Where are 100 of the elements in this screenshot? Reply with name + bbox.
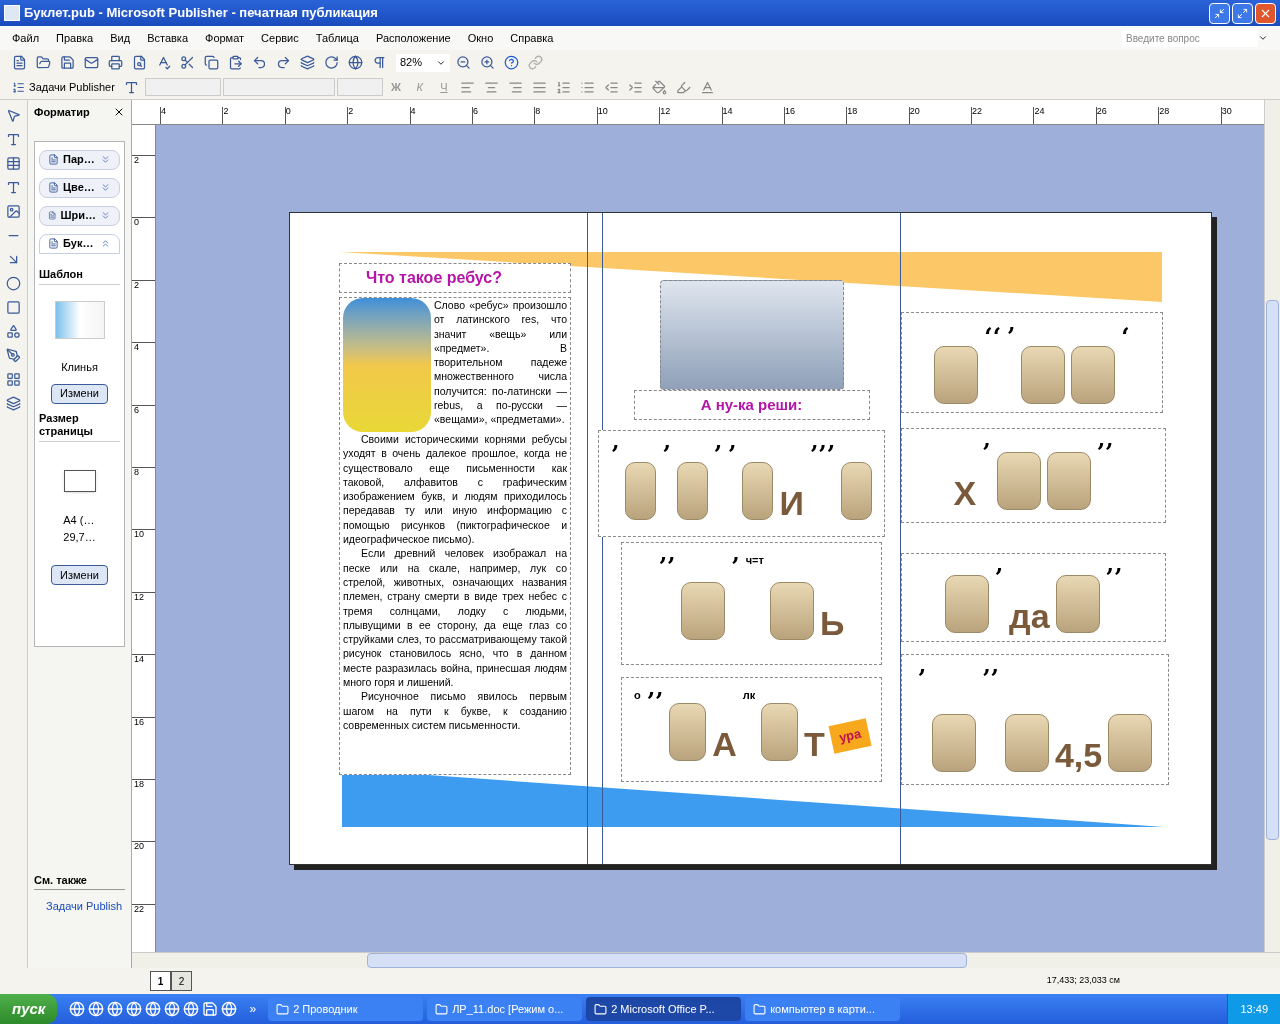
- scrollbar-thumb[interactable]: [367, 953, 967, 968]
- clipart-picture: [1071, 346, 1116, 404]
- ruler-number: 0: [284, 107, 348, 124]
- comma-mark: ’’: [982, 667, 999, 691]
- section-icon: [48, 182, 59, 193]
- restore-icon: [1237, 7, 1248, 19]
- section-header[interactable]: Бук…: [39, 233, 120, 254]
- comma-mark: ’’: [658, 555, 676, 579]
- restore-button[interactable]: [1232, 2, 1253, 24]
- article-heading: Что такое ребус?: [366, 268, 503, 288]
- rebus-letter: 4,5: [1054, 738, 1103, 772]
- menu-item[interactable]: Вставка: [147, 29, 188, 47]
- ruler-number: 4: [132, 342, 155, 405]
- clipart-picture: [1021, 346, 1066, 404]
- comma-mark: ‘: [1121, 325, 1130, 349]
- section-icon: [48, 154, 59, 165]
- clipart-picture: [742, 462, 774, 520]
- quick-launch-icon[interactable]: [202, 1001, 219, 1017]
- minimize-button[interactable]: [1209, 2, 1230, 24]
- section-header[interactable]: Шри…: [39, 205, 120, 226]
- menu-item[interactable]: Формат: [205, 29, 245, 47]
- change-button[interactable]: Измени: [51, 565, 108, 585]
- page-size-label: A4 (…: [63, 513, 96, 528]
- clock: 13:49: [1240, 1001, 1268, 1017]
- horizontal-scrollbar[interactable]: [132, 952, 1280, 968]
- more-chevron[interactable]: »: [249, 1000, 257, 1018]
- section-icon: [48, 210, 57, 221]
- quick-launch-icon[interactable]: [145, 1001, 162, 1017]
- clipart-picture: [932, 714, 977, 772]
- clipart-picture: [841, 462, 872, 520]
- ruler-number: 6: [132, 404, 155, 467]
- quick-launch-icon[interactable]: [88, 1001, 105, 1017]
- expand-chevron-icon: [100, 154, 111, 165]
- change-button[interactable]: Измени: [51, 383, 108, 404]
- quick-launch-icon[interactable]: [164, 1001, 181, 1017]
- template-thumbnail[interactable]: [54, 301, 105, 339]
- ruler-number: 10: [132, 529, 155, 592]
- page-tab[interactable]: 1: [150, 971, 171, 991]
- clipart-picture: [1055, 575, 1100, 633]
- page-tab[interactable]: 2: [171, 971, 192, 991]
- ruler-number: 16: [783, 107, 847, 124]
- folder-icon: [753, 1002, 767, 1016]
- ruler-number: 0: [132, 217, 155, 280]
- menu-item[interactable]: Таблица: [315, 29, 359, 47]
- taskbar-button[interactable]: компьютер в карти...: [745, 997, 901, 1021]
- clipart-picture: [625, 462, 657, 520]
- ruler-number: 16: [132, 716, 155, 779]
- ruler-number: 26: [1095, 107, 1159, 124]
- menu-item[interactable]: Окно: [467, 29, 494, 47]
- zoom-field[interactable]: 82%: [396, 53, 450, 72]
- ruler-number: 28: [1158, 107, 1221, 124]
- quick-launch-icon[interactable]: [126, 1001, 143, 1017]
- taskbar-button[interactable]: ЛР_11.doc [Режим о...: [427, 997, 583, 1021]
- menu-item[interactable]: Справка: [510, 29, 554, 47]
- menu-item[interactable]: Правка: [56, 29, 94, 47]
- article-paragraph: Рисуночное письмо явилось первым шагом на пути к букве, к созданию современных систем письменности.: [343, 689, 567, 733]
- see-also-heading: См. также: [34, 872, 125, 890]
- comma-mark: ’: [713, 443, 723, 467]
- folder-icon: [594, 1002, 608, 1016]
- ruler-number: 20: [132, 841, 155, 904]
- tasks-button[interactable]: Задачи Publisher: [8, 78, 119, 96]
- clipart-picture: [1108, 714, 1153, 772]
- quick-launch-icon[interactable]: [107, 1001, 124, 1017]
- clipart-picture: [676, 462, 708, 520]
- folder-icon: [276, 1002, 290, 1016]
- rebus-letter: да: [1009, 599, 1050, 633]
- section-header[interactable]: Пар…: [39, 149, 120, 170]
- article-paragraph: Слово «ребус» произошло от латинского res, что значит «вещь» или «предмет». В творительном падеже множественного числа получится: по-латински — rebus, а по-русски — «вещами», «предметами».: [434, 298, 567, 428]
- ruler-number: 10: [596, 107, 660, 124]
- quick-launch-icon[interactable]: [221, 1001, 238, 1017]
- rebus-letter: И: [779, 486, 804, 520]
- quick-launch-icon[interactable]: [69, 1001, 86, 1017]
- start-button[interactable]: пуск: [0, 994, 58, 1024]
- ruler-number: 22: [971, 107, 1034, 124]
- rebus-letter: Т: [804, 727, 825, 761]
- page-size-thumbnail[interactable]: [63, 470, 96, 492]
- menu-item[interactable]: Вид: [110, 29, 131, 47]
- puzzle-heading: А ну-ка реши:: [700, 394, 803, 415]
- menu-item[interactable]: Файл: [12, 29, 40, 47]
- close-button[interactable]: [1255, 2, 1276, 24]
- clipart-picture: [1004, 714, 1049, 772]
- ruler-number: 20: [908, 107, 972, 124]
- article-paragraph: Своими историческими корнями ребусы уходят в очень далекое прошлое, когда не существовало еще письменности как таковой, алфавитов с графическим изображением букв, и людям приходилось передавав ту или иную информацию с помощью рисунков (пиктографическое и идеографическое письмо).: [343, 432, 567, 547]
- taskbar-button[interactable]: 2 Microsoft Office P...: [586, 997, 742, 1021]
- scrollbar-thumb[interactable]: [1266, 300, 1279, 840]
- clipart-picture: [1046, 452, 1091, 510]
- comma-mark: ’’: [1096, 441, 1114, 465]
- menu-item[interactable]: Сервис: [261, 29, 299, 47]
- quick-launch-icon[interactable]: [183, 1001, 200, 1017]
- collapse-chevron-icon: [100, 238, 111, 249]
- ruler-number: 2: [132, 155, 155, 218]
- ruler-number: 4: [160, 107, 223, 124]
- help-search-field[interactable]: Введите вопрос: [1122, 29, 1258, 47]
- tasks-link[interactable]: Задачи Publish: [46, 897, 125, 914]
- clipart-picture: [944, 575, 989, 633]
- section-header[interactable]: Цве…: [39, 177, 120, 198]
- vertical-scrollbar[interactable]: [1264, 100, 1280, 952]
- menu-item[interactable]: Расположение: [375, 29, 451, 47]
- taskbar-button[interactable]: 2 Проводник: [268, 997, 424, 1021]
- ruler-number: 4: [409, 107, 472, 124]
